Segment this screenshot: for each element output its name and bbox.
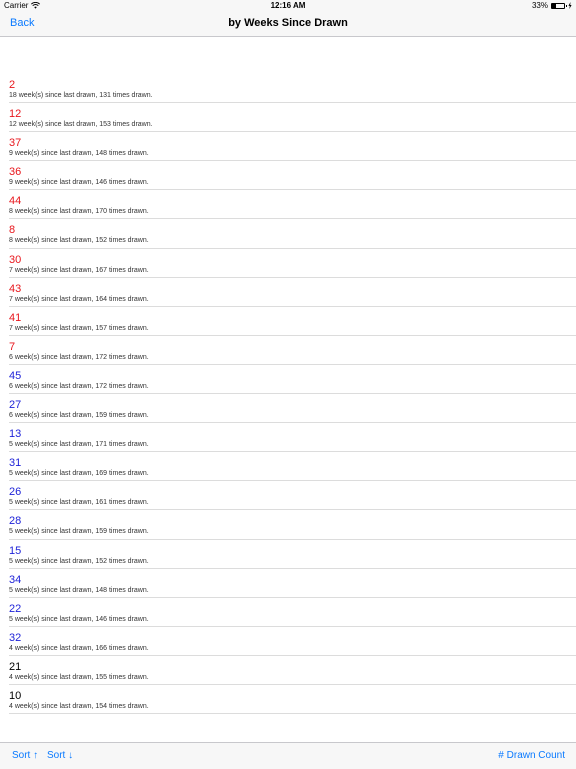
- list-item[interactable]: 36 9 week(s) since last drawn, 146 times …: [0, 161, 576, 191]
- number-label: 31: [9, 457, 22, 470]
- number-label: 22: [9, 602, 22, 615]
- sort-ascending-button[interactable]: Sort ↑: [12, 750, 38, 761]
- number-label: 43: [9, 282, 22, 295]
- battery-fill: [552, 3, 556, 8]
- page-title: by Weeks Since Drawn: [228, 17, 348, 29]
- detail-label: 4 week(s) since last drawn, 154 times dr…: [9, 702, 149, 710]
- list-item[interactable]: 32 4 week(s) since last drawn, 166 times …: [0, 627, 576, 656]
- number-label: 37: [9, 137, 22, 150]
- number-list: 2 18 week(s) since last drawn, 131 times …: [0, 74, 576, 715]
- navigation-bar: Back by Weeks Since Drawn: [0, 12, 576, 37]
- list-item[interactable]: 76 week(s) since last drawn, 172 times d…: [0, 336, 576, 365]
- list-item[interactable]: 43 7 week(s) since last drawn, 164 times …: [0, 278, 576, 307]
- list-item[interactable]: 27 6 week(s) since last drawn, 159 times …: [0, 394, 576, 424]
- detail-label: 7 week(s) since last drawn, 157 times dr…: [9, 324, 149, 332]
- list-item[interactable]: 2 18 week(s) since last drawn, 131 times …: [0, 74, 576, 104]
- status-right: 33%: [532, 1, 572, 10]
- list-item[interactable]: 31 5 week(s) since last drawn, 169 times …: [0, 452, 576, 482]
- number-label: 8: [9, 224, 16, 237]
- detail-label: 12 week(s) since last drawn, 153 times d…: [9, 121, 153, 129]
- list-item[interactable]: 26 5 week(s) since last drawn, 161 times …: [0, 481, 576, 511]
- number-label: 7: [9, 340, 16, 353]
- list-item[interactable]: 22 5 week(s) since last drawn, 146 times …: [0, 598, 576, 627]
- list-item[interactable]: 12 12 week(s) since last drawn, 153 times…: [0, 103, 576, 133]
- number-label: 13: [9, 428, 22, 441]
- list-item[interactable]: 37 9 week(s) since last drawn, 148 times …: [0, 132, 576, 162]
- bottom-toolbar: Sort ↑ Sort ↓ # Drawn Count: [0, 742, 576, 769]
- list-item[interactable]: 44 8 week(s) since last drawn, 170 times …: [0, 190, 576, 220]
- number-label: 2: [9, 79, 16, 91]
- detail-label: 5 week(s) since last drawn, 171 times dr…: [9, 441, 149, 449]
- list-item[interactable]: 41 7 week(s) since last drawn, 157 times …: [0, 307, 576, 336]
- number-label: 21: [9, 660, 22, 673]
- detail-label: 5 week(s) since last drawn, 146 times dr…: [9, 615, 149, 623]
- detail-label: 7 week(s) since last drawn, 164 times dr…: [9, 295, 149, 303]
- detail-label: 5 week(s) since last drawn, 148 times dr…: [9, 586, 149, 594]
- list-item[interactable]: 15 5 week(s) since last drawn, 152 times …: [0, 540, 576, 569]
- detail-label: 4 week(s) since last drawn, 166 times dr…: [9, 644, 149, 652]
- number-label: 44: [9, 195, 22, 208]
- detail-label: 5 week(s) since last drawn, 161 times dr…: [9, 499, 149, 507]
- row-divider: [9, 713, 576, 715]
- list-item[interactable]: 34 5 week(s) since last drawn, 148 times …: [0, 569, 576, 598]
- number-label: 34: [9, 573, 22, 586]
- list-item[interactable]: 88 week(s) since last drawn, 152 times d…: [0, 219, 576, 249]
- sort-descending-button[interactable]: Sort ↓: [47, 750, 73, 761]
- number-label: 26: [9, 486, 22, 499]
- list-item[interactable]: 13 5 week(s) since last drawn, 171 times …: [0, 423, 576, 453]
- number-label: 32: [9, 631, 22, 644]
- status-bar: Carrier 12:16 AM 33%: [0, 0, 576, 12]
- detail-label: 4 week(s) since last drawn, 155 times dr…: [9, 673, 149, 681]
- number-label: 12: [9, 108, 22, 121]
- number-label: 28: [9, 515, 22, 528]
- number-label: 41: [9, 311, 22, 324]
- detail-label: 6 week(s) since last drawn, 172 times dr…: [9, 382, 149, 390]
- detail-label: 5 week(s) since last drawn, 159 times dr…: [9, 528, 149, 536]
- detail-label: 7 week(s) since last drawn, 167 times dr…: [9, 266, 149, 274]
- detail-label: 5 week(s) since last drawn, 152 times dr…: [9, 557, 149, 565]
- number-label: 27: [9, 399, 22, 412]
- drawn-count-button[interactable]: # Drawn Count: [498, 750, 565, 761]
- battery-icon: [551, 2, 567, 9]
- detail-label: 5 week(s) since last drawn, 169 times dr…: [9, 470, 149, 478]
- detail-label: 18 week(s) since last drawn, 131 times d…: [9, 92, 153, 99]
- number-label: 15: [9, 544, 22, 557]
- number-label: 10: [9, 689, 22, 702]
- detail-label: 9 week(s) since last drawn, 146 times dr…: [9, 179, 149, 187]
- list-item[interactable]: 45 6 week(s) since last drawn, 172 times …: [0, 365, 576, 395]
- number-label: 45: [9, 369, 22, 382]
- battery-percent: 33%: [531, 1, 548, 10]
- list-item[interactable]: 21 4 week(s) since last drawn, 155 times …: [0, 656, 576, 685]
- detail-label: 6 week(s) since last drawn, 159 times dr…: [9, 412, 149, 420]
- number-label: 30: [9, 253, 22, 266]
- detail-label: 8 week(s) since last drawn, 152 times dr…: [9, 237, 149, 245]
- list-item[interactable]: 28 5 week(s) since last drawn, 159 times …: [0, 510, 576, 540]
- detail-label: 8 week(s) since last drawn, 170 times dr…: [9, 208, 149, 216]
- detail-label: 9 week(s) since last drawn, 148 times dr…: [9, 150, 149, 158]
- status-time: 12:16 AM: [270, 1, 306, 10]
- list-item[interactable]: 10 4 week(s) since last drawn, 154 times …: [0, 685, 576, 715]
- list-item[interactable]: 30 7 week(s) since last drawn, 167 times …: [0, 249, 576, 278]
- charging-icon: [568, 2, 572, 9]
- number-label: 36: [9, 166, 22, 179]
- detail-label: 6 week(s) since last drawn, 172 times dr…: [9, 353, 149, 361]
